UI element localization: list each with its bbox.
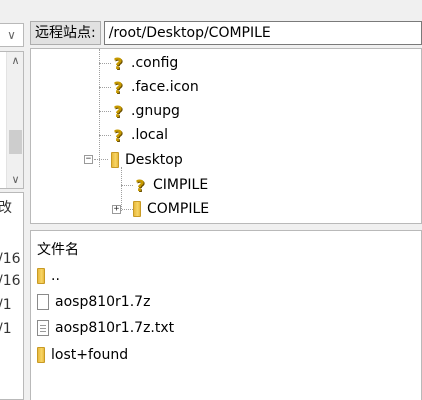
local-list-header-fragment[interactable]: 改 [0,197,23,217]
remote-file-list[interactable]: 文件名 .. aosp810r1.7z aosp810r1.7z.txt los… [30,230,422,400]
tree-node-cimpile[interactable]: ? CIMPILE [133,174,208,196]
tree-node-label: CIMPILE [153,177,209,193]
list-item-label: aosp810r1.7z [55,294,151,310]
tree-node-label: .config [131,55,179,71]
tree-node-face-icon[interactable]: ? .face.icon [111,76,199,98]
tree-connector [99,49,100,167]
tree-node-compile[interactable]: COMPILE [133,198,209,220]
question-icon: ? [113,125,123,145]
local-file-list[interactable]: 改 /16 /16 /1 /1 [0,192,24,400]
tree-node-label: Desktop [125,152,183,168]
tree-node-config[interactable]: ? .config [111,52,178,74]
local-tree[interactable]: ∧ ∨ [0,51,24,189]
collapse-icon[interactable]: − [84,155,93,164]
list-item-label: aosp810r1.7z.txt [55,320,175,336]
tree-connector [121,185,133,186]
column-header-filename[interactable]: 文件名 [37,239,79,259]
remote-site-label: 远程站点: [30,21,101,45]
list-item-folder[interactable]: lost+found [37,344,128,366]
local-list-row[interactable]: /16 [0,251,23,267]
toolbar-strip [0,0,422,14]
tree-node-label: .face.icon [131,79,199,95]
tree-connector [99,63,111,64]
tree-node-label: COMPILE [147,201,210,217]
text-file-icon [37,320,49,336]
question-icon: ? [113,53,123,73]
remote-site-bar: 远程站点: /root/Desktop/COMPILE [30,20,422,46]
tree-node-label: .gnupg [131,103,180,119]
question-icon: ? [113,77,123,97]
folder-icon [37,347,45,363]
local-list-row[interactable]: /1 [0,297,23,313]
tree-node-desktop[interactable]: Desktop [111,149,183,171]
tree-connector [99,87,111,88]
local-list-row[interactable]: /1 [0,321,23,337]
tree-node-gnupg[interactable]: ? .gnupg [111,100,180,122]
folder-icon [37,268,45,284]
tree-connector [94,159,108,160]
list-item-file[interactable]: aosp810r1.7z.txt [37,317,174,339]
local-pane: ∨ ∧ ∨ 改 /16 /16 /1 /1 [0,14,26,400]
local-tree-scrollbar[interactable]: ∧ ∨ [6,52,23,188]
tree-node-local[interactable]: ? .local [111,124,168,146]
folder-icon [111,152,119,168]
remote-path-input[interactable]: /root/Desktop/COMPILE [103,21,422,45]
list-item-label: lost+found [51,347,129,363]
local-list-row[interactable]: /16 [0,273,23,289]
list-item-label: .. [51,268,60,284]
local-site-dropdown[interactable]: ∨ [0,23,24,47]
question-icon: ? [113,101,123,121]
scroll-down-icon[interactable]: ∨ [7,171,24,188]
chevron-down-icon: ∨ [7,28,16,42]
list-item-parent[interactable]: .. [37,265,60,287]
folder-icon [133,201,141,217]
scroll-up-icon[interactable]: ∧ [7,52,24,69]
tree-connector [99,135,111,136]
list-item-file[interactable]: aosp810r1.7z [37,291,150,313]
filezilla-window: ∨ ∧ ∨ 改 /16 /16 /1 /1 远程站点: /root/Deskto… [0,0,422,400]
question-icon: ? [135,175,145,195]
expand-icon[interactable]: + [112,205,121,214]
file-icon [37,294,49,310]
tree-node-label: .local [131,127,169,143]
scroll-thumb[interactable] [9,130,22,154]
remote-directory-tree[interactable]: ? .config ? .face.icon ? .gnupg ? .local… [30,48,422,224]
tree-connector [99,111,111,112]
tree-connector [121,167,122,211]
